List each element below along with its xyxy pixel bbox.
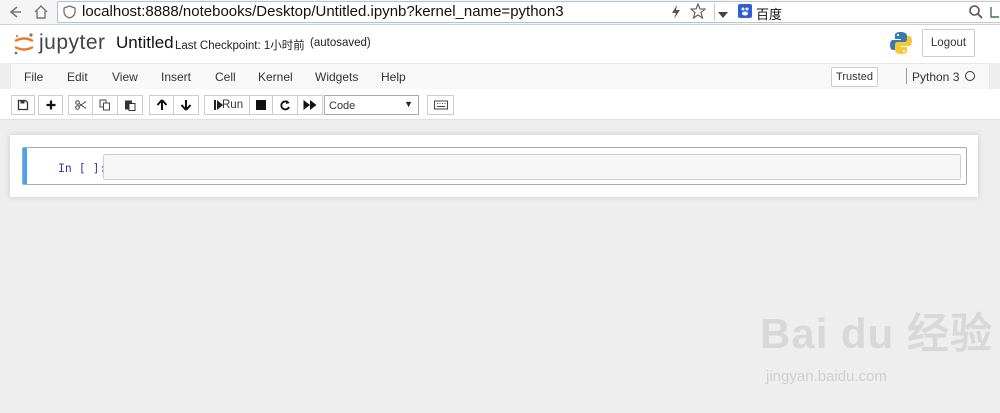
baidu-icon: [738, 4, 752, 18]
baidu-watermark-url: jingyan.baidu.com: [766, 368, 887, 385]
save-button[interactable]: [11, 95, 35, 115]
trusted-indicator[interactable]: Trusted: [831, 67, 878, 87]
jupyter-logo-icon[interactable]: [13, 32, 35, 56]
copy-button[interactable]: [93, 95, 118, 115]
browser-toolbar: localhost:8888/notebooks/Desktop/Untitle…: [0, 0, 1000, 25]
insert-cell-button[interactable]: [38, 95, 63, 115]
cell-type-value: Code: [329, 100, 356, 112]
keyboard-icon: [433, 100, 448, 110]
command-palette-button[interactable]: [427, 95, 454, 115]
cell-selection-bar: [23, 148, 27, 184]
shield-icon: [63, 5, 76, 24]
restart-button[interactable]: [273, 95, 298, 115]
paste-button[interactable]: [118, 95, 143, 115]
cut-button[interactable]: [68, 95, 93, 115]
menu-insert[interactable]: Insert: [161, 70, 191, 84]
url-text: localhost:8888/notebooks/Desktop/Untitle…: [82, 3, 564, 20]
menu-cell[interactable]: Cell: [215, 70, 236, 84]
divider: [906, 68, 907, 84]
input-prompt: In [ ]:: [58, 161, 107, 175]
kernel-idle-icon: [965, 71, 975, 81]
menu-edit[interactable]: Edit: [67, 70, 88, 84]
code-cell[interactable]: In [ ]:: [22, 147, 967, 185]
python-logo-icon: [888, 30, 914, 56]
menu-kernel[interactable]: Kernel: [258, 70, 293, 84]
menu-widgets[interactable]: Widgets: [315, 70, 358, 84]
search-engine-label: 百度: [756, 7, 783, 22]
code-input[interactable]: [103, 154, 961, 180]
move-up-button[interactable]: [149, 95, 174, 115]
notebook-toolbar: Run Code ▼: [0, 89, 1000, 120]
copy-icon: [99, 99, 110, 111]
restart-run-all-button[interactable]: [298, 95, 323, 115]
menu-help[interactable]: Help: [381, 70, 406, 84]
star-icon[interactable]: [689, 2, 707, 24]
restart-icon: [280, 100, 290, 111]
divider: [714, 3, 715, 21]
menu-view[interactable]: View: [112, 70, 138, 84]
chevron-down-icon[interactable]: [717, 7, 729, 25]
menubar: File Edit View Insert Cell Kernel Widget…: [10, 63, 990, 90]
jupyter-logo-text[interactable]: jupyter: [39, 31, 106, 55]
move-down-button[interactable]: [174, 95, 199, 115]
back-icon[interactable]: [6, 3, 24, 21]
notebook-container: In [ ]:: [10, 135, 978, 197]
stop-icon: [256, 100, 266, 110]
menu-file[interactable]: File: [24, 70, 43, 84]
notebook-name[interactable]: Untitled: [116, 33, 174, 53]
last-checkpoint: Last Checkpoint: 1小时前: [175, 40, 305, 52]
run-button[interactable]: Run: [204, 95, 250, 115]
arrow-down-icon: [180, 100, 192, 111]
baidu-watermark-logo: Bai du 经验: [760, 310, 994, 357]
arrow-up-icon: [156, 99, 167, 110]
screenshot-icon[interactable]: [989, 5, 1000, 19]
fast-forward-icon: [303, 100, 317, 110]
plus-icon: [46, 100, 55, 110]
cell-type-select[interactable]: Code ▼: [324, 95, 419, 115]
kernel-name[interactable]: Python 3: [912, 70, 959, 84]
interrupt-button[interactable]: [250, 95, 273, 115]
lightning-icon[interactable]: [670, 4, 682, 25]
jupyter-header: jupyter Untitled Last Checkpoint: 1小时前 (…: [0, 25, 1000, 63]
paste-icon: [125, 100, 136, 111]
autosave-status: (autosaved): [310, 37, 371, 49]
logout-button[interactable]: Logout: [922, 29, 975, 57]
chevron-down-icon: ▼: [404, 99, 413, 109]
address-bar[interactable]: localhost:8888/notebooks/Desktop/Untitle…: [57, 1, 735, 23]
search-icon[interactable]: [968, 4, 984, 25]
save-icon: [17, 99, 29, 111]
run-label: Run: [222, 99, 244, 111]
scissors-icon: [74, 100, 86, 110]
search-box[interactable]: 百度: [734, 1, 1000, 23]
home-icon[interactable]: [32, 3, 50, 21]
